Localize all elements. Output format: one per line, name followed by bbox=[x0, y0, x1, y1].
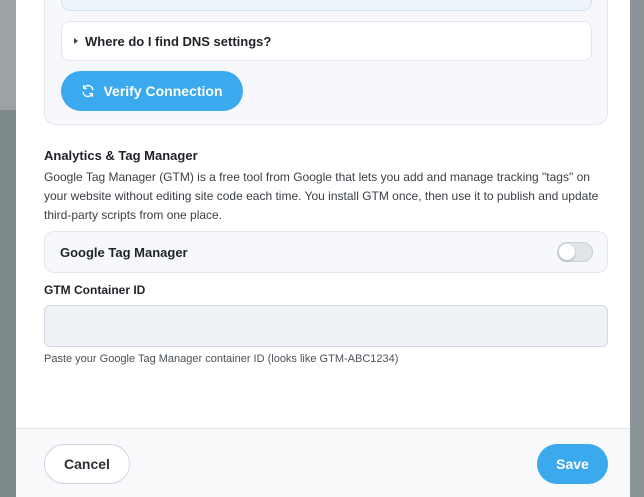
verify-connection-button[interactable]: Verify Connection bbox=[61, 71, 243, 111]
gtm-toggle-switch[interactable] bbox=[557, 242, 593, 262]
gtm-toggle-label: Google Tag Manager bbox=[60, 244, 188, 260]
gtm-container-id-label: GTM Container ID bbox=[44, 283, 146, 297]
background-panel bbox=[0, 110, 16, 497]
dns-card: Where do I find DNS settings? Verify Con… bbox=[44, 0, 608, 125]
verify-connection-label: Verify Connection bbox=[103, 83, 223, 99]
cancel-button[interactable]: Cancel bbox=[44, 444, 130, 484]
dns-record-field bbox=[61, 0, 592, 11]
analytics-section-title: Analytics & Tag Manager bbox=[44, 148, 198, 163]
modal-scroll-area[interactable]: Where do I find DNS settings? Verify Con… bbox=[16, 0, 630, 428]
settings-modal: Where do I find DNS settings? Verify Con… bbox=[16, 0, 630, 497]
dns-help-accordion[interactable]: Where do I find DNS settings? bbox=[61, 21, 592, 61]
background-panel bbox=[630, 0, 644, 497]
gtm-container-id-input[interactable] bbox=[44, 305, 608, 347]
refresh-icon bbox=[82, 84, 94, 98]
background-panel bbox=[0, 0, 16, 110]
caret-right-icon bbox=[74, 38, 78, 44]
gtm-toggle-row: Google Tag Manager bbox=[44, 231, 608, 273]
gtm-container-id-help: Paste your Google Tag Manager container … bbox=[44, 353, 399, 365]
analytics-section-description: Google Tag Manager (GTM) is a free tool … bbox=[44, 170, 599, 222]
save-button[interactable]: Save bbox=[537, 444, 608, 484]
dns-help-accordion-label: Where do I find DNS settings? bbox=[85, 33, 272, 49]
modal-footer: Cancel Save bbox=[16, 428, 630, 497]
toggle-knob bbox=[559, 244, 575, 260]
